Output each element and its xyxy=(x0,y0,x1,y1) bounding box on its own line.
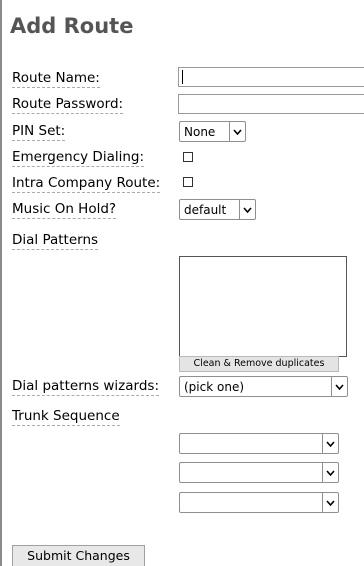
route-password-label: Route Password: xyxy=(12,96,124,114)
chevron-down-icon xyxy=(239,200,255,219)
trunk-sequence-select-2[interactable] xyxy=(179,462,339,483)
route-password-input[interactable] xyxy=(178,94,364,114)
dial-patterns-wizards-value: (pick one) xyxy=(184,379,245,394)
emergency-dialing-checkbox[interactable] xyxy=(183,152,193,162)
pin-set-label: PIN Set: xyxy=(12,123,66,141)
dial-patterns-textarea[interactable] xyxy=(179,256,347,357)
dial-patterns-wizards-label: Dial patterns wizards: xyxy=(12,378,160,396)
chevron-down-icon xyxy=(322,493,338,512)
music-on-hold-label: Music On Hold? xyxy=(12,201,117,219)
pin-set-value: None xyxy=(184,124,216,139)
trunk-sequence-label: Trunk Sequence xyxy=(12,408,120,426)
intra-company-route-checkbox[interactable] xyxy=(183,177,193,187)
intra-company-route-label: Intra Company Route: xyxy=(12,175,161,193)
music-on-hold-value: default xyxy=(184,202,227,217)
submit-changes-button[interactable]: Submit Changes xyxy=(12,545,145,566)
chevron-down-icon xyxy=(322,463,338,482)
clean-remove-duplicates-button[interactable]: Clean & Remove duplicates xyxy=(179,356,339,372)
chevron-down-icon xyxy=(331,377,347,396)
chevron-down-icon xyxy=(322,434,338,453)
route-name-label: Route Name: xyxy=(12,70,100,88)
page-title: Add Route xyxy=(10,14,134,38)
dial-patterns-label: Dial Patterns xyxy=(12,232,99,250)
text-cursor xyxy=(182,70,183,84)
trunk-sequence-select-1[interactable] xyxy=(179,433,339,454)
music-on-hold-select[interactable]: default xyxy=(179,199,256,220)
dial-patterns-wizards-select[interactable]: (pick one) xyxy=(179,376,348,397)
chevron-down-icon xyxy=(229,122,245,141)
emergency-dialing-label: Emergency Dialing: xyxy=(12,149,145,167)
pin-set-select[interactable]: None xyxy=(179,121,246,142)
route-name-input[interactable] xyxy=(178,67,364,87)
trunk-sequence-select-3[interactable] xyxy=(179,492,339,513)
